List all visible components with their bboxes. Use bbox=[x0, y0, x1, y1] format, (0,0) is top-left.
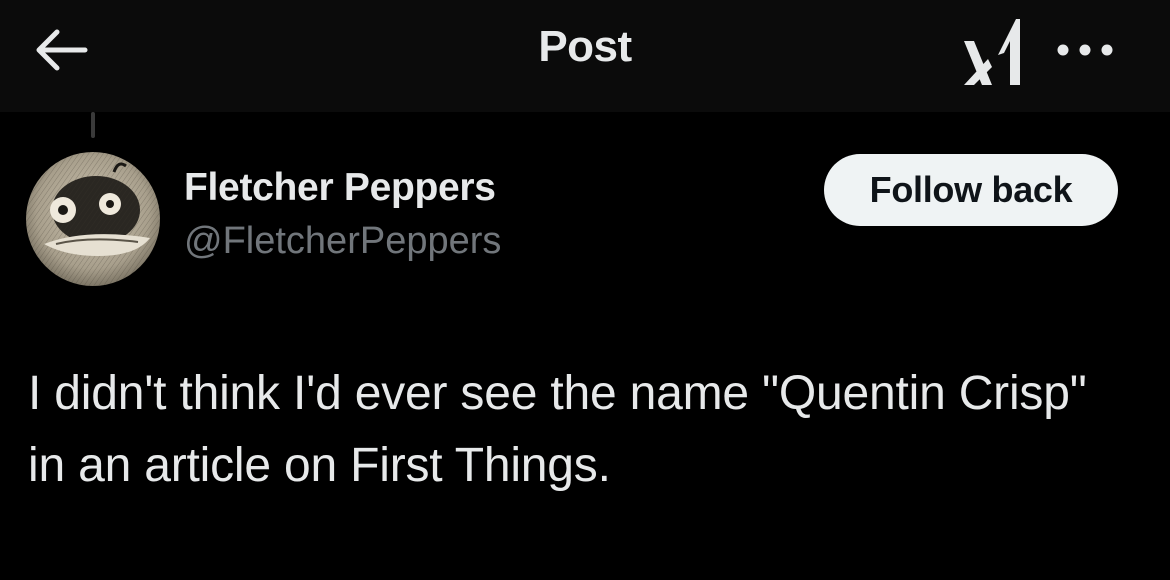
grok-icon bbox=[964, 19, 1020, 85]
more-horizontal-icon bbox=[1057, 44, 1113, 56]
avatar-image bbox=[26, 152, 160, 286]
follow-back-button[interactable]: Follow back bbox=[824, 154, 1118, 226]
thread-connector-line bbox=[91, 112, 95, 138]
author-handle[interactable]: @FletcherPeppers bbox=[184, 220, 501, 263]
more-options-button[interactable] bbox=[1052, 30, 1118, 70]
arrow-left-icon bbox=[36, 29, 88, 71]
avatar[interactable] bbox=[26, 152, 160, 286]
top-bar: Post bbox=[0, 0, 1170, 112]
post-text: I didn't think I'd ever see the name "Qu… bbox=[28, 367, 1087, 492]
author-display-name[interactable]: Fletcher Peppers bbox=[184, 166, 496, 210]
back-button[interactable] bbox=[30, 24, 92, 76]
grok-button[interactable] bbox=[952, 12, 1030, 90]
